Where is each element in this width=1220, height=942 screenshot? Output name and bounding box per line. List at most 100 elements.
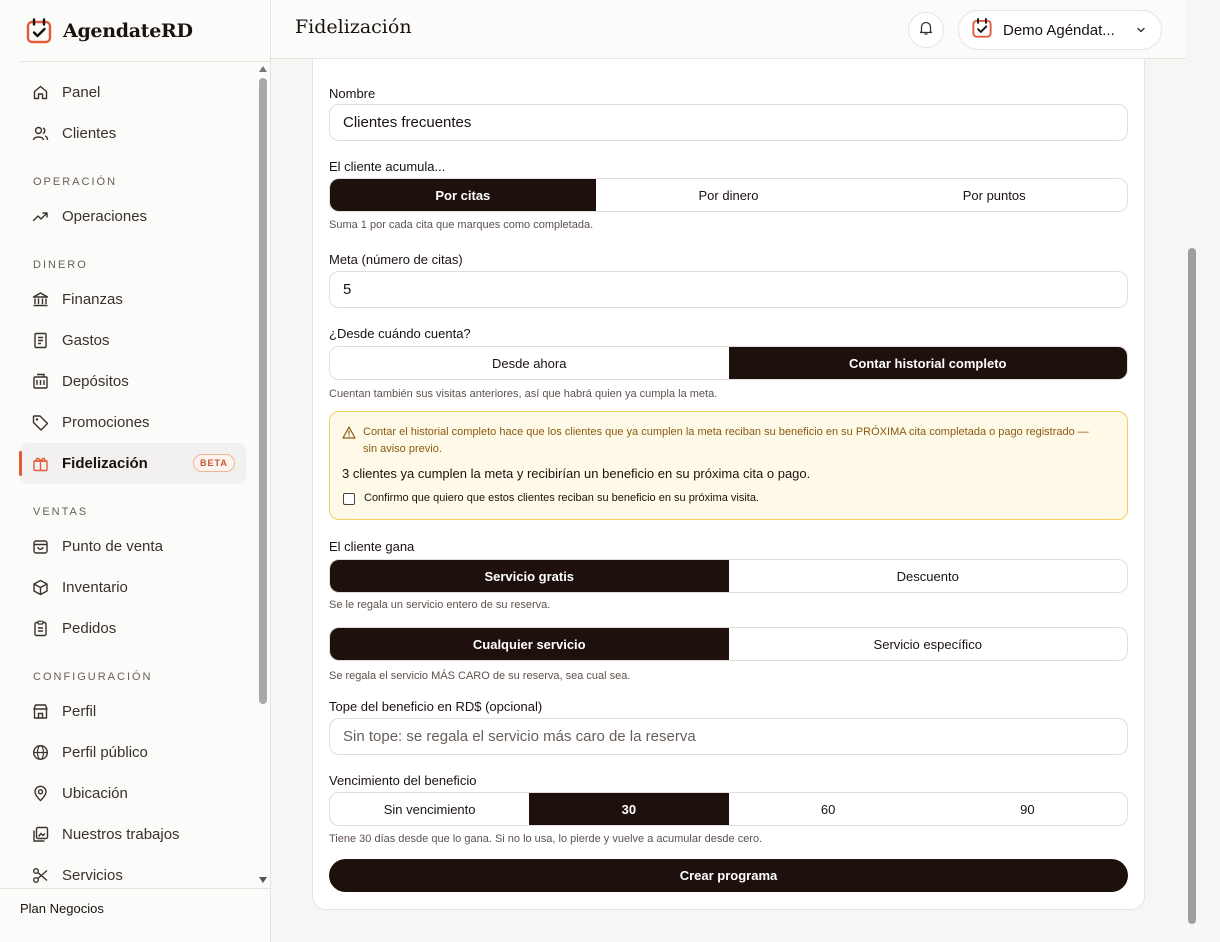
goal-input[interactable]: 5 xyxy=(329,271,1128,308)
option-60[interactable]: 60 xyxy=(729,793,928,825)
sidebar-item-label: Ubicación xyxy=(62,785,128,802)
sidebar-item-ubicacion[interactable]: Ubicación xyxy=(20,773,246,814)
cap-input[interactable]: Sin tope: se regala el servicio más caro… xyxy=(329,718,1128,755)
sidebar-item-label: Fidelización xyxy=(62,455,148,472)
option-desde-ahora[interactable]: Desde ahora xyxy=(330,347,729,379)
sidebar-item-label: Depósitos xyxy=(62,373,129,390)
option-descuento[interactable]: Descuento xyxy=(729,560,1128,592)
name-label: Nombre xyxy=(329,86,376,101)
option-cualquier-servicio[interactable]: Cualquier servicio xyxy=(330,628,729,660)
bank-icon xyxy=(32,291,49,308)
expiry-hint: Tiene 30 días desde que lo gana. Si no l… xyxy=(329,833,763,845)
business-avatar-icon xyxy=(971,17,993,43)
sidebar-item-label: Operaciones xyxy=(62,208,148,225)
service-selector: Cualquier servicio Servicio específico xyxy=(329,627,1128,661)
scroll-down-icon[interactable] xyxy=(259,877,267,883)
sidebar-item-perfil[interactable]: Perfil xyxy=(20,691,246,732)
option-servicio-gratis[interactable]: Servicio gratis xyxy=(330,560,729,592)
sidebar-item-label: Finanzas xyxy=(62,291,123,308)
scroll-up-icon[interactable] xyxy=(259,66,267,72)
account-name: Demo Agéndat... xyxy=(1003,21,1115,39)
sidebar-item-depositos[interactable]: Depósitos xyxy=(20,361,246,402)
plan-label[interactable]: Plan Negocios xyxy=(0,888,270,928)
sidebar-item-operaciones[interactable]: Operaciones xyxy=(20,196,246,237)
create-program-button[interactable]: Crear programa xyxy=(329,859,1128,892)
option-servicio-especifico[interactable]: Servicio específico xyxy=(729,628,1128,660)
box-icon xyxy=(32,579,49,596)
option-sin-vencimiento[interactable]: Sin vencimiento xyxy=(330,793,529,825)
option-90[interactable]: 90 xyxy=(928,793,1127,825)
name-input[interactable]: Clientes frecuentes xyxy=(329,104,1128,141)
reward-hint: Se le regala un servicio entero de su re… xyxy=(329,599,551,611)
sidebar-item-fidelizacion[interactable]: Fidelización BETA xyxy=(19,443,246,484)
chevron-down-icon xyxy=(1135,23,1147,40)
sidebar-item-label: Gastos xyxy=(62,332,110,349)
expiry-label: Vencimiento del beneficio xyxy=(329,773,477,788)
since-hint: Cuentan también sus visitas anteriores, … xyxy=(329,388,718,400)
sidebar-item-promociones[interactable]: Promociones xyxy=(20,402,246,443)
brand-name: AgendateRD xyxy=(63,19,193,42)
sidebar-item-punto-de-venta[interactable]: Punto de venta xyxy=(20,526,246,567)
sidebar-item-label: Panel xyxy=(62,84,101,101)
sidebar-item-pedidos[interactable]: Pedidos xyxy=(20,608,246,649)
option-por-puntos[interactable]: Por puntos xyxy=(861,179,1127,211)
since-label: ¿Desde cuándo cuenta? xyxy=(329,326,471,341)
section-label-ventas: VENTAS xyxy=(33,506,89,518)
option-por-dinero[interactable]: Por dinero xyxy=(596,179,862,211)
warning-icon xyxy=(342,426,356,444)
sidebar-item-panel[interactable]: Panel xyxy=(20,72,246,113)
section-label-operacion: OPERACIÓN xyxy=(33,176,118,188)
accumulates-selector: Por citas Por dinero Por puntos xyxy=(329,178,1128,212)
clipboard-icon xyxy=(32,620,49,637)
users-icon xyxy=(32,125,49,142)
sidebar-item-label: Punto de venta xyxy=(62,538,163,555)
gift-icon xyxy=(32,455,49,472)
sidebar-item-gastos[interactable]: Gastos xyxy=(20,320,246,361)
option-por-citas[interactable]: Por citas xyxy=(330,179,596,211)
since-selector: Desde ahora Contar historial completo xyxy=(329,346,1128,380)
sidebar-item-finanzas[interactable]: Finanzas xyxy=(20,279,246,320)
confirm-label[interactable]: Confirmo que quiero que estos clientes r… xyxy=(364,492,759,504)
beta-badge: BETA xyxy=(193,454,235,472)
main-scrollbar[interactable] xyxy=(1186,0,1200,942)
sidebar-item-label: Perfil xyxy=(62,703,97,720)
section-label-configuracion: CONFIGURACIÓN xyxy=(33,671,153,683)
expiry-selector: Sin vencimiento 30 60 90 xyxy=(329,792,1128,826)
loyalty-program-form: Nombre Clientes frecuentes El cliente ac… xyxy=(312,59,1145,910)
sidebar-item-perfil-publico[interactable]: Perfil público xyxy=(20,732,246,773)
accumulates-hint: Suma 1 por cada cita que marques como co… xyxy=(329,219,594,231)
section-label-dinero: DINERO xyxy=(33,259,88,271)
sidebar-item-label: Inventario xyxy=(62,579,128,596)
receipt-icon xyxy=(32,332,49,349)
sidebar-nav: Panel Clientes OPERACIÓN Operaciones DIN… xyxy=(19,72,246,896)
sidebar-scroll-thumb[interactable] xyxy=(259,78,267,704)
sidebar-item-inventario[interactable]: Inventario xyxy=(20,567,246,608)
history-warning: Contar el historial completo hace que lo… xyxy=(329,411,1128,520)
option-historial-completo[interactable]: Contar historial completo xyxy=(728,347,1127,379)
scissors-icon xyxy=(32,867,49,884)
account-menu[interactable]: Demo Agéndat... xyxy=(958,10,1162,50)
main-scroll-thumb[interactable] xyxy=(1188,248,1196,924)
sidebar-item-clientes[interactable]: Clientes xyxy=(20,113,246,154)
goal-label: Meta (número de citas) xyxy=(329,252,463,267)
sidebar-item-label: Perfil público xyxy=(62,744,148,761)
globe-icon xyxy=(32,744,49,761)
service-hint: Se regala el servicio MÁS CARO de su res… xyxy=(329,670,631,682)
sidebar-item-label: Pedidos xyxy=(62,620,117,637)
eligible-clients-text: 3 clientes ya cumplen la meta y recibirí… xyxy=(342,466,811,481)
reward-label: El cliente gana xyxy=(329,539,415,554)
accumulates-label: El cliente acumula... xyxy=(329,159,446,174)
sidebar-scrollbar[interactable] xyxy=(257,62,269,888)
confirm-checkbox[interactable] xyxy=(343,493,355,505)
building-icon xyxy=(32,373,49,390)
sidebar: AgendateRD Panel Clientes OPERACIÓN Oper… xyxy=(0,0,271,942)
notifications-button[interactable] xyxy=(908,12,944,48)
gallery-icon xyxy=(32,826,49,843)
tag-icon xyxy=(32,414,49,431)
sidebar-item-label: Nuestros trabajos xyxy=(62,826,180,843)
trend-icon xyxy=(32,208,49,225)
option-30[interactable]: 30 xyxy=(529,793,729,825)
sidebar-item-nuestros-trabajos[interactable]: Nuestros trabajos xyxy=(20,814,246,855)
brand[interactable]: AgendateRD xyxy=(20,0,271,62)
reward-selector: Servicio gratis Descuento xyxy=(329,559,1128,593)
